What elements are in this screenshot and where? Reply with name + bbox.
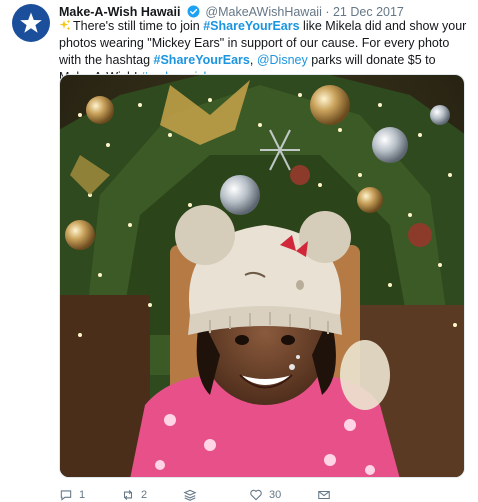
hashtag-shareyourears-1[interactable]: #ShareYourEars (203, 19, 299, 33)
retweet-count: 2 (141, 489, 148, 501)
verified-badge-icon (187, 5, 200, 18)
avatar[interactable] (12, 4, 50, 42)
tweet-date[interactable]: 21 Dec 2017 (333, 5, 404, 19)
tweet-text-comma: , (249, 53, 257, 67)
tweet-text-start: There's still time to join (73, 19, 204, 33)
hashtag-shareyourears-2[interactable]: #ShareYourEars (154, 53, 250, 67)
author-handle[interactable]: @MakeAWishHawaii (205, 5, 321, 19)
star-icon (20, 12, 42, 33)
reply-count: 1 (79, 489, 86, 501)
header-separator: · (325, 5, 330, 19)
mention-disney[interactable]: @Disney (257, 53, 308, 67)
tweet-photo[interactable] (59, 74, 465, 478)
photo-christmas-tree-girl (60, 75, 464, 477)
tweet[interactable]: Make-A-Wish Hawaii @MakeAWishHawaii · 21… (0, 0, 478, 501)
sparkles-icon (59, 19, 71, 31)
author-name[interactable]: Make-A-Wish Hawaii (59, 5, 180, 19)
like-count: 30 (269, 489, 282, 501)
